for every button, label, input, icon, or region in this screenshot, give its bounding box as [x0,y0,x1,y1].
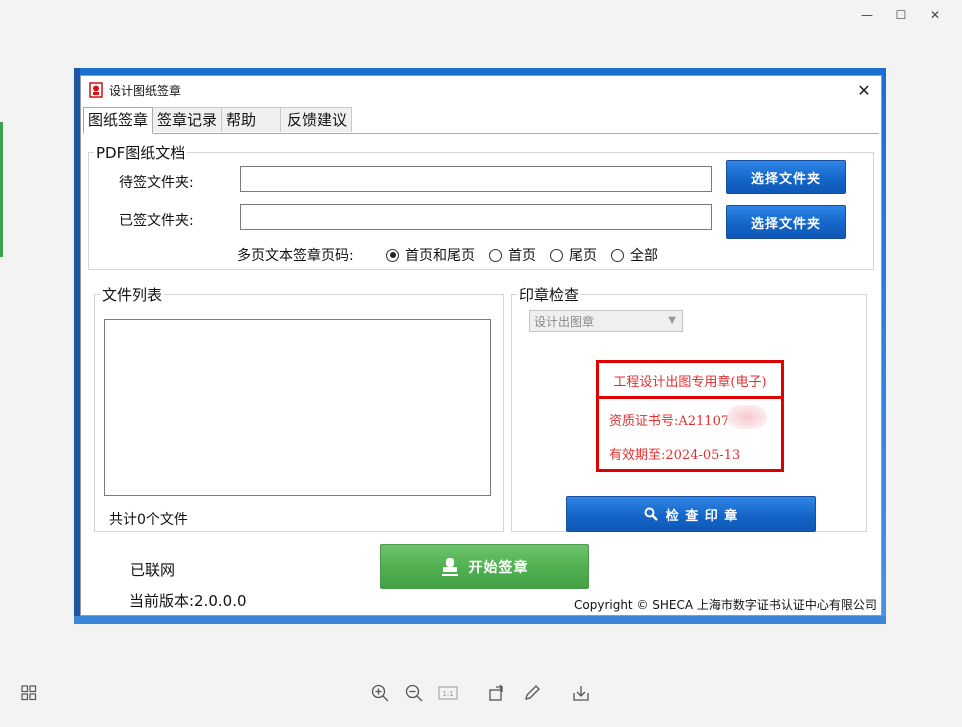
maximize-icon[interactable]: ☐ [884,6,918,24]
page-option-last[interactable]: 尾页 [550,245,597,265]
zoom-in-icon[interactable] [367,680,393,706]
group-title: 印章检查 [519,286,580,304]
pages-label: 多页文本签章页码: [237,248,354,264]
search-icon [644,507,658,521]
tab-sign-records[interactable]: 签章记录 [152,107,223,132]
tab-panel: PDF图纸文档 待签文件夹: 选择文件夹 已签文件夹: 选择文件夹 多页文本签章… [83,133,879,613]
start-sign-button[interactable]: 开始签章 [380,544,589,589]
background-window-edge [0,122,3,257]
seal-valid-until: 有效期至:2024-05-13 [609,448,741,463]
copyright-text: Copyright © SHECA 上海市数字证书认证中心有限公司 [574,598,877,612]
chevron-down-icon: ▼ [668,315,676,326]
tab-feedback[interactable]: 反馈建议 [280,107,353,132]
choose-signed-folder-button[interactable]: 选择文件夹 [726,205,846,239]
page-option-first-last[interactable]: 首页和尾页 [386,245,475,265]
redaction-blur [727,405,767,429]
zoom-out-icon[interactable] [401,680,427,706]
title-bar: 设计图纸签章 ✕ [81,76,881,104]
viewer-toolbar: 1:1 [0,680,962,708]
app-window: 设计图纸签章 ✕ 图纸签章 签章记录 帮助 反馈建议 PDF图纸文档 待签文件夹… [80,75,882,616]
pending-folder-label: 待签文件夹: [119,175,194,191]
seal-type-select[interactable]: 设计出图章 ▼ [529,310,683,332]
group-title: PDF图纸文档 [96,144,186,162]
tab-drawing-sign[interactable]: 图纸签章 [83,107,154,134]
actual-size-icon[interactable]: 1:1 [435,680,461,706]
seal-heading: 工程设计出图专用章(电子) [613,375,767,390]
radio-icon [489,248,502,262]
check-seal-button[interactable]: 检 查 印 章 [566,496,816,532]
app-seal-icon [89,82,103,98]
seal-preview: 工程设计出图专用章(电子) 资质证书号:A21107 有效期至:2024-05-… [596,360,784,472]
radio-icon [550,248,563,262]
pending-folder-input[interactable] [240,166,712,192]
version-text: 当前版本:2.0.0.0 [129,592,247,610]
svg-text:1:1: 1:1 [442,690,453,698]
viewer-window-controls: — ☐ ✕ [850,6,952,24]
signed-folder-label: 已签文件夹: [119,213,194,229]
edit-icon[interactable] [519,680,545,706]
file-count-text: 共计0个文件 [109,512,188,528]
page-option-group: 首页和尾页 首页 尾页 全部 [386,245,672,265]
minimize-icon[interactable]: — [850,6,884,24]
close-icon[interactable]: ✕ [853,79,875,101]
radio-icon [611,248,624,262]
rotate-icon[interactable] [484,680,510,706]
save-icon[interactable] [568,680,594,706]
window-title: 设计图纸签章 [109,84,182,98]
group-title: 文件列表 [102,286,163,304]
page-option-first[interactable]: 首页 [489,245,536,265]
tab-strip: 图纸签章 签章记录 帮助 反馈建议 [83,107,353,134]
tab-help[interactable]: 帮助 [221,107,282,132]
choose-pending-folder-button[interactable]: 选择文件夹 [726,160,846,194]
radio-selected-icon [386,248,399,262]
file-list-box[interactable] [104,319,491,496]
signed-folder-input[interactable] [240,204,712,230]
grid-view-icon[interactable] [16,680,42,706]
close-icon[interactable]: ✕ [918,6,952,24]
network-status: 已联网 [130,561,176,579]
stamp-icon [441,557,458,576]
page-option-all[interactable]: 全部 [611,245,658,265]
